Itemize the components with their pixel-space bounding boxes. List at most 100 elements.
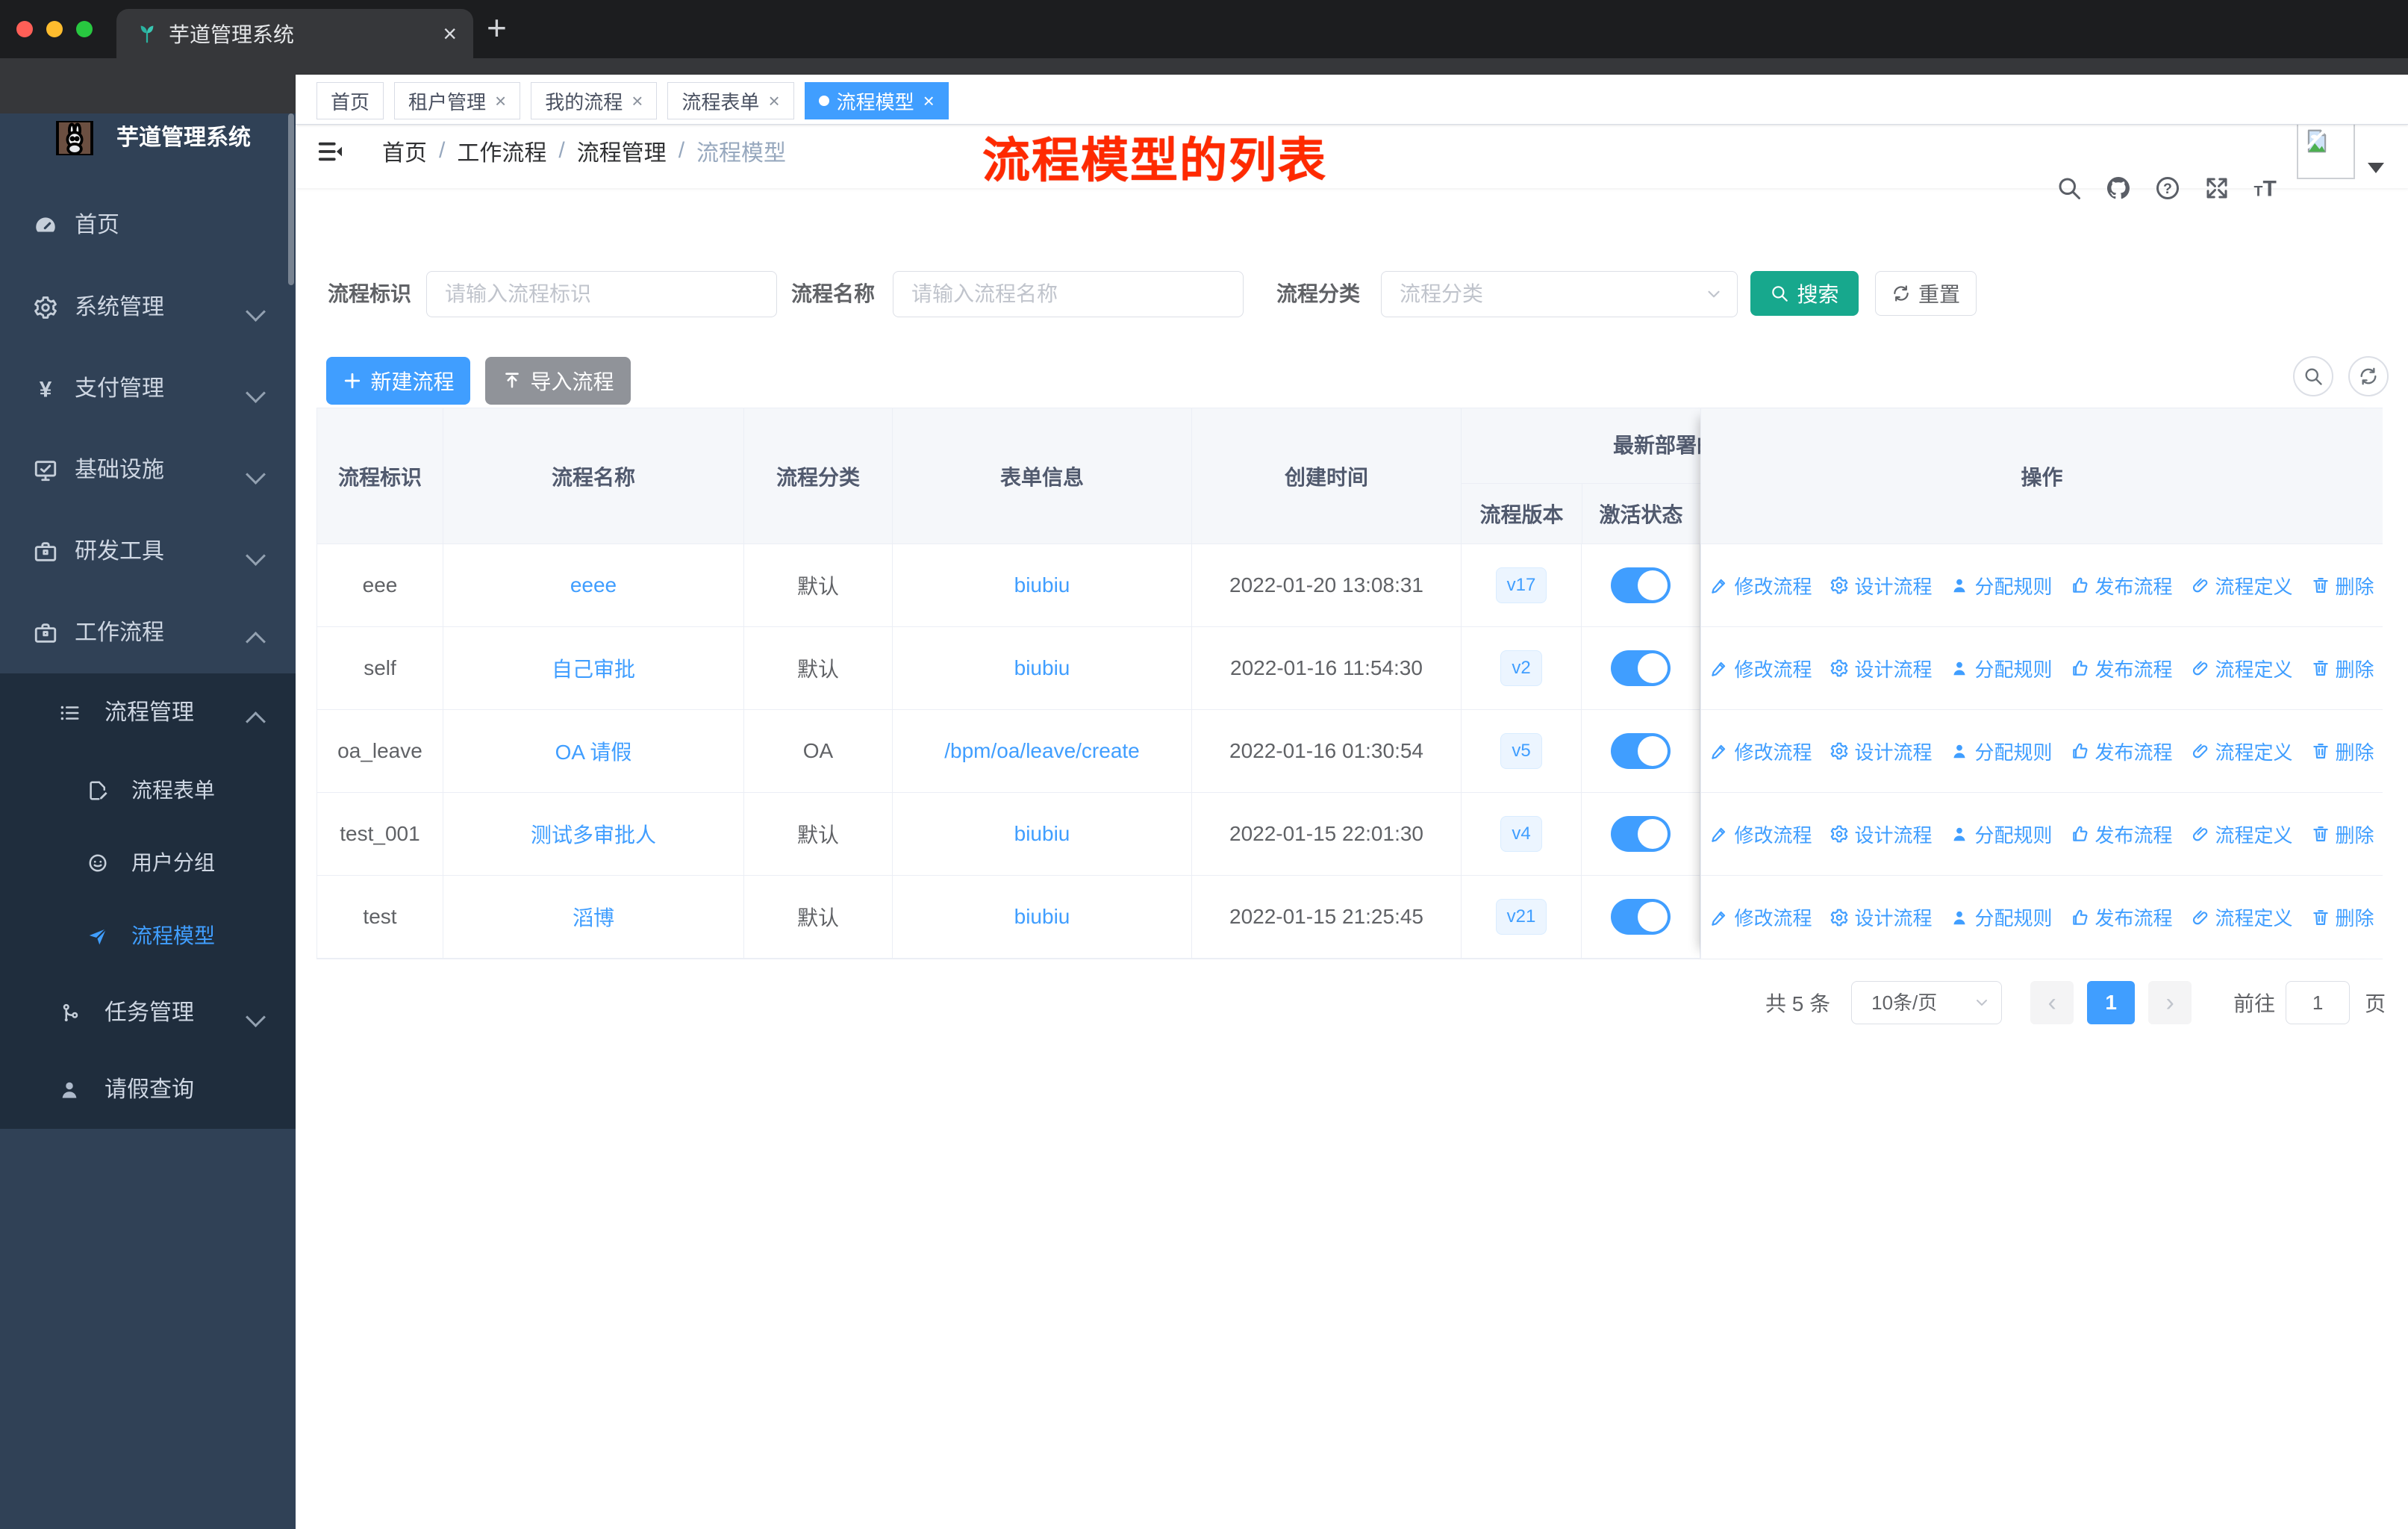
edit-process-link[interactable]: 修改流程: [1709, 655, 1812, 682]
assign-rule-link[interactable]: 分配规则: [1950, 738, 2053, 765]
design-process-link[interactable]: 设计流程: [1830, 820, 1932, 848]
design-process-link[interactable]: 设计流程: [1830, 903, 1932, 931]
deploy-process-link[interactable]: 发布流程: [2071, 820, 2173, 848]
gear-icon: [1830, 824, 1849, 844]
form-info-link[interactable]: biubiu: [1014, 822, 1070, 846]
import-process-button[interactable]: 导入流程: [485, 357, 631, 405]
process-definition-link[interactable]: 流程定义: [2191, 738, 2293, 765]
avatar[interactable]: [2297, 121, 2355, 179]
reset-button[interactable]: 重置: [1875, 271, 1977, 316]
tag-tenant-mgmt[interactable]: 租户管理 ×: [394, 82, 521, 119]
process-name-input[interactable]: [893, 271, 1244, 317]
assign-rule-link[interactable]: 分配规则: [1950, 820, 2053, 848]
breadcrumb-process-mgmt[interactable]: 流程管理: [577, 134, 667, 167]
edit-process-link[interactable]: 修改流程: [1709, 738, 1812, 765]
sidebar-item-devtools[interactable]: 研发工具: [0, 514, 296, 589]
sidebar-item-workflow[interactable]: 工作流程: [0, 596, 296, 670]
process-name-link[interactable]: eeee: [570, 573, 617, 597]
form-info-link[interactable]: biubiu: [1014, 905, 1070, 929]
help-icon[interactable]: [2154, 175, 2181, 202]
delete-link[interactable]: 删除: [2311, 655, 2374, 682]
design-process-link[interactable]: 设计流程: [1830, 655, 1932, 682]
refresh-table-button[interactable]: [2348, 356, 2389, 396]
close-icon[interactable]: ×: [923, 90, 935, 113]
design-process-link[interactable]: 设计流程: [1830, 738, 1932, 765]
process-definition-link[interactable]: 流程定义: [2191, 903, 2293, 931]
process-category-select[interactable]: 流程分类: [1381, 271, 1738, 317]
deploy-process-link[interactable]: 发布流程: [2071, 903, 2173, 931]
window-minimize-button[interactable]: [46, 21, 63, 37]
tag-home[interactable]: 首页: [316, 82, 384, 119]
sidebar-item-user-group[interactable]: 用户分组: [0, 826, 296, 900]
delete-link[interactable]: 删除: [2311, 903, 2374, 931]
tab-close-icon[interactable]: ×: [443, 20, 457, 48]
delete-link[interactable]: 删除: [2311, 738, 2374, 765]
form-info-link[interactable]: biubiu: [1014, 656, 1070, 680]
sidebar-item-process-mgmt[interactable]: 流程管理: [0, 676, 296, 750]
tag-my-process[interactable]: 我的流程 ×: [531, 82, 658, 119]
edit-process-link[interactable]: 修改流程: [1709, 903, 1812, 931]
form-info-link[interactable]: /bpm/oa/leave/create: [944, 739, 1140, 763]
active-toggle[interactable]: [1611, 650, 1671, 686]
prev-page-button[interactable]: ‹: [2030, 981, 2074, 1024]
close-icon[interactable]: ×: [495, 90, 506, 113]
active-toggle[interactable]: [1611, 899, 1671, 935]
tag-process-model[interactable]: 流程模型 ×: [804, 82, 949, 119]
active-toggle[interactable]: [1611, 733, 1671, 769]
process-name-link[interactable]: 测试多审批人: [531, 819, 656, 849]
sidebar-item-leave-query[interactable]: 请假查询: [0, 1053, 296, 1127]
edit-process-link[interactable]: 修改流程: [1709, 572, 1812, 600]
assign-rule-link[interactable]: 分配规则: [1950, 572, 2053, 600]
create-process-button[interactable]: 新建流程: [326, 357, 470, 405]
app-logo[interactable]: [49, 121, 100, 155]
form-info-link[interactable]: biubiu: [1014, 573, 1070, 597]
sidebar-item-process-form[interactable]: 流程表单: [0, 753, 296, 828]
sidebar-item-home[interactable]: 首页: [0, 188, 296, 263]
process-name-link[interactable]: OA 请假: [555, 736, 632, 766]
deploy-process-link[interactable]: 发布流程: [2071, 655, 2173, 682]
active-toggle[interactable]: [1611, 567, 1671, 603]
edit-process-link[interactable]: 修改流程: [1709, 820, 1812, 848]
window-close-button[interactable]: [16, 21, 33, 37]
tag-process-form[interactable]: 流程表单 ×: [667, 82, 794, 119]
process-definition-link[interactable]: 流程定义: [2191, 655, 2293, 682]
avatar-caret-icon[interactable]: [2368, 163, 2384, 173]
search-button[interactable]: 搜索: [1750, 271, 1859, 316]
page-number-1[interactable]: 1: [2087, 981, 2136, 1024]
sidebar-item-process-model[interactable]: 流程模型: [0, 899, 296, 974]
process-definition-link[interactable]: 流程定义: [2191, 572, 2293, 600]
breadcrumb-home[interactable]: 首页: [382, 134, 427, 167]
process-definition-link[interactable]: 流程定义: [2191, 820, 2293, 848]
hamburger-collapse-icon[interactable]: [316, 137, 345, 166]
process-key-input[interactable]: [426, 271, 777, 317]
close-icon[interactable]: ×: [631, 90, 643, 113]
deploy-process-link[interactable]: 发布流程: [2071, 572, 2173, 600]
github-icon[interactable]: [2105, 175, 2132, 202]
window-zoom-button[interactable]: [76, 21, 93, 37]
toggle-search-button[interactable]: [2293, 356, 2333, 396]
assign-rule-link[interactable]: 分配规则: [1950, 903, 2053, 931]
new-tab-button[interactable]: +: [487, 7, 507, 48]
breadcrumb-workflow[interactable]: 工作流程: [457, 134, 546, 167]
search-icon[interactable]: [2056, 175, 2083, 202]
delete-link[interactable]: 删除: [2311, 572, 2374, 600]
sidebar-item-infra[interactable]: 基础设施: [0, 433, 296, 508]
sidebar-item-task-mgmt[interactable]: 任务管理: [0, 976, 296, 1050]
process-name-link[interactable]: 自己审批: [552, 653, 635, 683]
goto-page-input[interactable]: [2286, 981, 2351, 1024]
design-process-link[interactable]: 设计流程: [1830, 572, 1932, 600]
delete-link[interactable]: 删除: [2311, 820, 2374, 848]
fullscreen-icon[interactable]: [2203, 175, 2230, 202]
close-icon[interactable]: ×: [768, 90, 779, 113]
deploy-process-link[interactable]: 发布流程: [2071, 738, 2173, 765]
next-page-button[interactable]: ›: [2148, 981, 2192, 1024]
sidebar-item-system[interactable]: 系统管理: [0, 270, 296, 345]
page-size-select[interactable]: 10条/页: [1851, 981, 2003, 1024]
font-size-icon[interactable]: [2253, 175, 2280, 202]
assign-rule-link[interactable]: 分配规则: [1950, 655, 2053, 682]
sidebar-item-payment[interactable]: 支付管理: [0, 352, 296, 426]
process-name-link[interactable]: 滔博: [573, 902, 614, 932]
active-toggle[interactable]: [1611, 816, 1671, 852]
browser-tab[interactable]: 芋道管理系统 ×: [116, 9, 473, 58]
app-header: 首页 / 工作流程 / 流程管理 / 流程模型 流程模型的列表: [296, 113, 2408, 188]
